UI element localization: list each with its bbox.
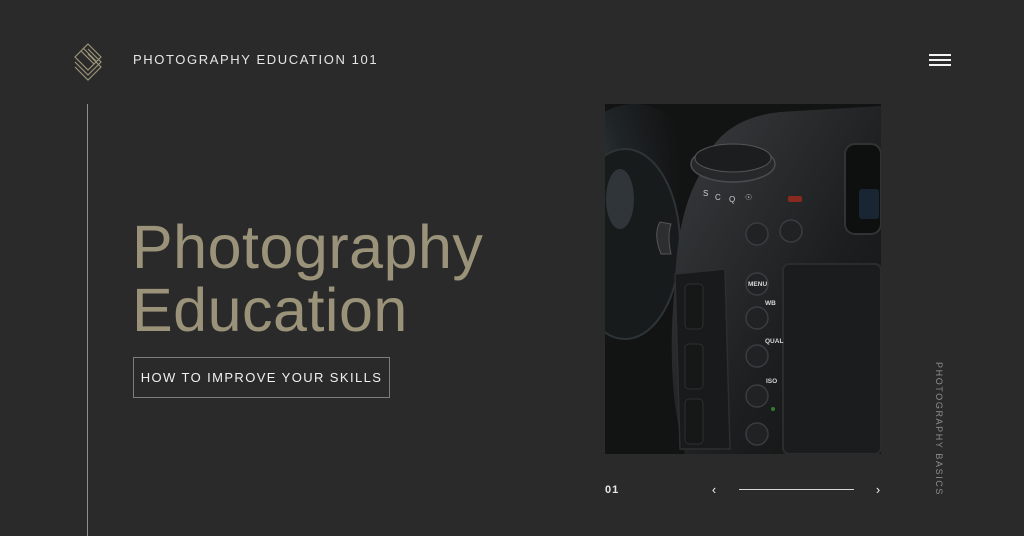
qual-label: QUAL <box>765 338 783 345</box>
menu-button-label: MENU <box>748 281 767 288</box>
slide-progress-fill <box>739 489 854 490</box>
diamond-stack-logo-icon[interactable] <box>73 43 103 81</box>
wb-label: WB <box>765 300 776 307</box>
chevron-left-icon: ‹ <box>711 482 717 497</box>
hero-heading: Photography Education <box>132 216 483 342</box>
hamburger-icon-bar <box>929 64 951 66</box>
site-title[interactable]: PHOTOGRAPHY EDUCATION 101 <box>133 52 378 67</box>
chevron-right-icon: › <box>875 482 881 497</box>
slide-counter: 01 <box>605 484 620 496</box>
camera-photo: S C Q ☉ MENU WB QUAL ISO <box>605 104 881 454</box>
prev-slide-button[interactable]: ‹ <box>707 482 721 498</box>
mode-dial-label: ☉ <box>745 193 752 202</box>
next-slide-button[interactable]: › <box>871 482 885 498</box>
side-label: PHOTOGRAPHY BASICS <box>934 362 944 496</box>
hero-heading-line-1: Photography <box>132 213 484 281</box>
iso-label: ISO <box>766 378 777 385</box>
hero-heading-line-2: Education <box>132 276 408 344</box>
mode-dial-label: C <box>715 193 721 202</box>
camera-photo-illustration: S C Q ☉ MENU WB QUAL ISO <box>605 104 881 454</box>
vertical-divider <box>87 104 88 536</box>
improve-skills-button[interactable]: HOW TO IMPROVE YOUR SKILLS <box>133 357 390 398</box>
mode-dial-label: S <box>703 189 708 198</box>
slide-progress-track[interactable] <box>739 489 854 490</box>
hamburger-icon <box>929 54 951 56</box>
mode-dial-label: Q <box>729 195 735 204</box>
hamburger-menu-button[interactable] <box>929 54 951 72</box>
hamburger-icon-bar <box>929 59 951 61</box>
